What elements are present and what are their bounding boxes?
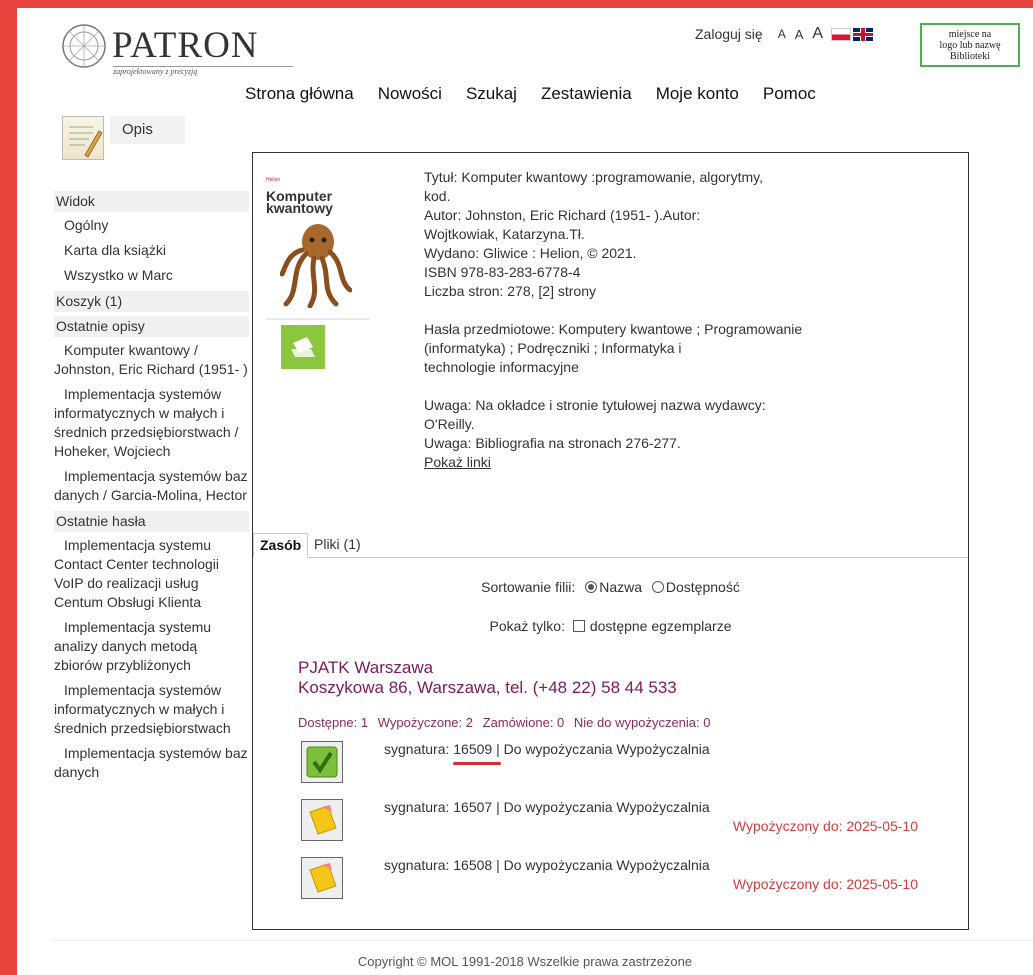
sort-by-name-radio[interactable] — [585, 581, 598, 593]
nav-my-account[interactable]: Moje konto — [656, 84, 739, 104]
logo-emblem-icon — [62, 24, 106, 68]
record-subjects: Hasła przedmiotowe: Komputery kwantowe ;… — [424, 321, 803, 337]
record-note-cont: O'Reilly. — [424, 416, 475, 432]
count-lent: Wypożyczone: 2 — [377, 715, 473, 730]
view-all-marc[interactable]: Wszystko w Marc — [54, 266, 249, 285]
lent-book-icon[interactable] — [301, 857, 343, 899]
recent-description-item[interactable]: Implementacja systemów baz danych / Garc… — [54, 467, 249, 505]
sort-by-availability-label[interactable]: Dostępność — [666, 579, 740, 595]
record-isbn: ISBN 978-83-283-6778-4 — [424, 264, 581, 280]
library-logo-placeholder: miejsce na logo lub nazwę Biblioteki — [920, 23, 1020, 67]
branch-name: PJATK Warszawa — [298, 658, 434, 677]
copy-due-date: Wypożyczony do: 2025-05-10 — [732, 876, 918, 892]
record-author: Autor: Johnston, Eric Richard (1951- ).A… — [424, 207, 701, 223]
record-pages: Liczba stron: 278, [2] strony — [424, 283, 596, 299]
record-subjects-cont: technologie informacyjne — [424, 359, 579, 375]
book-cover: Helion Komputer kwantowy — [266, 168, 369, 320]
filter-row: Pokaż tylko: dostępne egzemplarze — [253, 618, 968, 634]
logo-tagline: zaprojektowany z precyzją — [113, 66, 293, 76]
english-flag-icon[interactable] — [853, 27, 874, 41]
nav-news[interactable]: Nowości — [378, 84, 442, 104]
copy-due-date: Wypożyczony do: 2025-05-10 — [732, 818, 918, 834]
widok-heading: Widok — [54, 191, 249, 212]
lent-book-icon[interactable] — [301, 799, 343, 841]
record-description: Tytuł: Komputer kwantowy :programowanie,… — [424, 168, 864, 491]
page: PATRON zaprojektowany z precyzją Zaloguj… — [17, 8, 1033, 975]
branch-counts: Dostępne: 1 Wypożyczone: 2 Zamówione: 0 … — [298, 715, 716, 730]
library-box-line: miejsce na — [948, 29, 992, 40]
recent-term-item[interactable]: Implementacja systemów baz danych — [54, 744, 249, 782]
record-note: Uwaga: Na okładce i stronie tytułowej na… — [424, 397, 766, 413]
main-nav: Strona główna Nowości Szukaj Zestawienia… — [245, 84, 840, 104]
recent-descriptions-heading: Ostatnie opisy — [54, 316, 249, 337]
opis-label: Opis — [110, 116, 185, 144]
available-copies-label[interactable]: dostępne egzemplarze — [590, 618, 732, 634]
cover-title: Komputer kwantowy — [266, 188, 333, 216]
nav-home[interactable]: Strona główna — [245, 84, 354, 104]
recent-term-item[interactable]: Implementacja systemu Contact Center tec… — [54, 536, 249, 612]
document-pen-icon — [62, 116, 104, 160]
view-book-card[interactable]: Karta dla książki — [54, 241, 249, 260]
opis-section[interactable]: Opis — [54, 116, 185, 160]
show-links-link[interactable]: Pokaż linki — [424, 454, 491, 470]
cover-publisher: Helion — [266, 177, 281, 183]
holdings-tabs: Zasób Pliki (1) — [253, 533, 968, 558]
font-size-large-button[interactable]: A — [812, 25, 823, 43]
sort-label: Sortowanie filii: — [481, 579, 576, 595]
recent-description-item[interactable]: Implementacja systemów informatycznych w… — [54, 385, 249, 461]
octopus-illustration-icon — [280, 224, 352, 308]
filter-label: Pokaż tylko: — [489, 618, 565, 634]
record-subjects-cont: (informatyka) ; Podręczniki ; Informatyk… — [424, 340, 682, 356]
patron-logo[interactable]: PATRON zaprojektowany z precyzją — [60, 20, 293, 76]
record-panel: Helion Komputer kwantowy Tytuł: Komputer… — [252, 152, 969, 930]
recent-term-item[interactable]: Implementacja systemu analizy danych met… — [54, 618, 249, 675]
font-size-small-button[interactable]: A — [778, 27, 786, 41]
branch-info: PJATK Warszawa Koszykowa 86, Warszawa, t… — [298, 658, 677, 698]
record-note-bibliography: Uwaga: Bibliografia na stronach 276-277. — [424, 435, 681, 451]
print-icon[interactable] — [281, 325, 325, 369]
copy-signature: sygnatura: 16509 | Do wypożyczania Wypoż… — [384, 741, 710, 757]
signature-highlight — [453, 762, 501, 765]
available-copies-checkbox[interactable] — [572, 620, 585, 632]
recent-terms-heading: Ostatnie hasła — [54, 511, 249, 532]
count-not-lendable: Nie do wypożyczenia: 0 — [573, 715, 711, 730]
count-available: Dostępne: 1 — [298, 715, 369, 730]
sort-by-name-label[interactable]: Nazwa — [599, 579, 642, 595]
copy-row: sygnatura: 16509 | Do wypożyczania Wypoż… — [253, 741, 968, 791]
record-title: Tytuł: Komputer kwantowy :programowanie,… — [424, 169, 763, 185]
record-title-cont: kod. — [424, 188, 451, 204]
footer-divider — [51, 940, 1033, 941]
view-general[interactable]: Ogólny — [54, 216, 249, 235]
font-size-medium-button[interactable]: A — [795, 27, 804, 42]
left-sidebar: Widok Ogólny Karta dla książki Wszystko … — [54, 191, 249, 788]
recent-description-item[interactable]: Komputer kwantowy / Johnston, Eric Richa… — [54, 341, 249, 379]
logo-text: PATRON — [112, 25, 259, 66]
nav-search[interactable]: Szukaj — [466, 84, 517, 104]
sort-by-availability-radio[interactable] — [651, 581, 664, 593]
footer-copyright: Copyright © MOL 1991-2018 Wszelkie prawa… — [357, 954, 693, 969]
library-box-line: Biblioteki — [950, 51, 990, 62]
copy-row: sygnatura: 16507 | Do wypożyczania Wypoż… — [253, 799, 968, 849]
polish-flag-icon[interactable] — [831, 27, 852, 41]
library-box-line: logo lub nazwę — [939, 40, 1001, 51]
copy-row: sygnatura: 16508 | Do wypożyczania Wypoż… — [253, 857, 968, 907]
sort-row: Sortowanie filii: Nazwa Dostępność — [253, 579, 968, 595]
basket-link[interactable]: Koszyk (1) — [54, 291, 249, 312]
nav-help[interactable]: Pomoc — [763, 84, 816, 104]
tab-files[interactable]: Pliki (1) — [308, 533, 367, 556]
login-link[interactable]: Zaloguj się — [695, 26, 763, 42]
record-author-cont: Wojtkowiak, Katarzyna.Tł. — [424, 226, 585, 242]
copy-signature: sygnatura: 16508 | Do wypożyczania Wypoż… — [384, 857, 710, 873]
nav-reports[interactable]: Zestawienia — [541, 84, 632, 104]
tab-holdings[interactable]: Zasób — [253, 533, 309, 558]
recent-term-item[interactable]: Implementacja systemów informatycznych w… — [54, 681, 249, 738]
branch-address: Koszykowa 86, Warszawa, tel. (+48 22) 58… — [298, 678, 677, 697]
top-controls: Zaloguj się A A A — [695, 24, 874, 44]
count-ordered: Zamówione: 0 — [482, 715, 565, 730]
available-checkmark-icon[interactable] — [301, 741, 343, 783]
copy-signature: sygnatura: 16507 | Do wypożyczania Wypoż… — [384, 799, 710, 815]
record-published: Wydano: Gliwice : Helion, © 2021. — [424, 245, 637, 261]
